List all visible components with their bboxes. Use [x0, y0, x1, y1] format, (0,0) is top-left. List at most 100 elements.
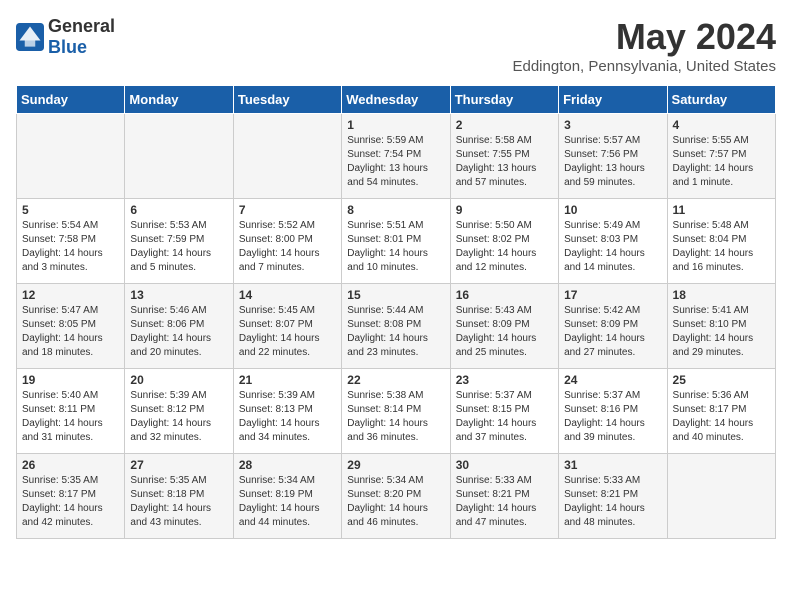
calendar-cell [17, 114, 125, 199]
day-number: 29 [347, 458, 444, 472]
day-number: 11 [673, 203, 770, 217]
day-number: 10 [564, 203, 661, 217]
day-info: Sunrise: 5:35 AM Sunset: 8:18 PM Dayligh… [130, 474, 227, 530]
day-info: Sunrise: 5:42 AM Sunset: 8:09 PM Dayligh… [564, 304, 661, 360]
calendar-cell: 31 Sunrise: 5:33 AM Sunset: 8:21 PM Dayli… [559, 454, 667, 539]
day-info: Sunrise: 5:46 AM Sunset: 8:06 PM Dayligh… [130, 304, 227, 360]
calendar-cell: 17 Sunrise: 5:42 AM Sunset: 8:09 PM Dayli… [559, 284, 667, 369]
day-info: Sunrise: 5:38 AM Sunset: 8:14 PM Dayligh… [347, 389, 444, 445]
day-info: Sunrise: 5:59 AM Sunset: 7:54 PM Dayligh… [347, 134, 444, 190]
day-number: 2 [456, 118, 553, 132]
day-info: Sunrise: 5:34 AM Sunset: 8:20 PM Dayligh… [347, 474, 444, 530]
calendar-cell: 11 Sunrise: 5:48 AM Sunset: 8:04 PM Dayli… [667, 199, 775, 284]
calendar-table: SundayMondayTuesdayWednesdayThursdayFrid… [16, 85, 776, 539]
day-number: 1 [347, 118, 444, 132]
day-number: 23 [456, 373, 553, 387]
header-cell-sunday: Sunday [17, 86, 125, 114]
week-row-0: 1 Sunrise: 5:59 AM Sunset: 7:54 PM Daylig… [17, 114, 776, 199]
calendar-cell [233, 114, 341, 199]
day-number: 17 [564, 288, 661, 302]
day-number: 12 [22, 288, 119, 302]
header-cell-tuesday: Tuesday [233, 86, 341, 114]
calendar-cell: 7 Sunrise: 5:52 AM Sunset: 8:00 PM Daylig… [233, 199, 341, 284]
calendar-cell: 24 Sunrise: 5:37 AM Sunset: 8:16 PM Dayli… [559, 369, 667, 454]
calendar-cell: 29 Sunrise: 5:34 AM Sunset: 8:20 PM Dayli… [342, 454, 450, 539]
day-number: 5 [22, 203, 119, 217]
calendar-cell: 3 Sunrise: 5:57 AM Sunset: 7:56 PM Daylig… [559, 114, 667, 199]
day-number: 8 [347, 203, 444, 217]
day-number: 26 [22, 458, 119, 472]
day-info: Sunrise: 5:58 AM Sunset: 7:55 PM Dayligh… [456, 134, 553, 190]
logo-blue-text: Blue [48, 37, 87, 57]
day-number: 31 [564, 458, 661, 472]
calendar-cell: 15 Sunrise: 5:44 AM Sunset: 8:08 PM Dayli… [342, 284, 450, 369]
title-area: May 2024 Eddington, Pennsylvania, United… [512, 16, 776, 75]
calendar-cell: 6Sunrise: 5:53 AM Sunset: 7:59 PM Daylig… [125, 199, 233, 284]
calendar-header: SundayMondayTuesdayWednesdayThursdayFrid… [17, 86, 776, 114]
logo: General Blue [16, 16, 115, 58]
day-info: Sunrise: 5:57 AM Sunset: 7:56 PM Dayligh… [564, 134, 661, 190]
day-number: 22 [347, 373, 444, 387]
day-number: 18 [673, 288, 770, 302]
calendar-cell: 18Sunrise: 5:41 AM Sunset: 8:10 PM Dayli… [667, 284, 775, 369]
day-number: 25 [673, 373, 770, 387]
day-number: 21 [239, 373, 336, 387]
calendar-cell: 21 Sunrise: 5:39 AM Sunset: 8:13 PM Dayli… [233, 369, 341, 454]
day-number: 7 [239, 203, 336, 217]
day-number: 4 [673, 118, 770, 132]
logo-general-text: General [48, 16, 115, 36]
day-info: Sunrise: 5:47 AM Sunset: 8:05 PM Dayligh… [22, 304, 119, 360]
day-info: Sunrise: 5:48 AM Sunset: 8:04 PM Dayligh… [673, 219, 770, 275]
header: General Blue May 2024 Eddington, Pennsyl… [16, 16, 776, 75]
day-number: 28 [239, 458, 336, 472]
day-number: 9 [456, 203, 553, 217]
day-info: Sunrise: 5:50 AM Sunset: 8:02 PM Dayligh… [456, 219, 553, 275]
day-info: Sunrise: 5:52 AM Sunset: 8:00 PM Dayligh… [239, 219, 336, 275]
day-number: 3 [564, 118, 661, 132]
day-info: Sunrise: 5:44 AM Sunset: 8:08 PM Dayligh… [347, 304, 444, 360]
calendar-cell: 28 Sunrise: 5:34 AM Sunset: 8:19 PM Dayli… [233, 454, 341, 539]
calendar-cell: 1 Sunrise: 5:59 AM Sunset: 7:54 PM Daylig… [342, 114, 450, 199]
calendar-title: May 2024 [512, 16, 776, 58]
week-row-2: 12 Sunrise: 5:47 AM Sunset: 8:05 PM Dayli… [17, 284, 776, 369]
day-number: 24 [564, 373, 661, 387]
day-info: Sunrise: 5:36 AM Sunset: 8:17 PM Dayligh… [673, 389, 770, 445]
day-info: Sunrise: 5:45 AM Sunset: 8:07 PM Dayligh… [239, 304, 336, 360]
calendar-body: 1 Sunrise: 5:59 AM Sunset: 7:54 PM Daylig… [17, 114, 776, 539]
calendar-cell: 8 Sunrise: 5:51 AM Sunset: 8:01 PM Daylig… [342, 199, 450, 284]
day-number: 6 [130, 203, 227, 217]
day-info: Sunrise: 5:37 AM Sunset: 8:16 PM Dayligh… [564, 389, 661, 445]
day-info: Sunrise: 5:55 AM Sunset: 7:57 PM Dayligh… [673, 134, 770, 190]
header-cell-monday: Monday [125, 86, 233, 114]
header-cell-saturday: Saturday [667, 86, 775, 114]
calendar-cell: 16Sunrise: 5:43 AM Sunset: 8:09 PM Dayli… [450, 284, 558, 369]
day-info: Sunrise: 5:37 AM Sunset: 8:15 PM Dayligh… [456, 389, 553, 445]
calendar-cell: 13Sunrise: 5:46 AM Sunset: 8:06 PM Dayli… [125, 284, 233, 369]
day-number: 19 [22, 373, 119, 387]
calendar-cell: 25 Sunrise: 5:36 AM Sunset: 8:17 PM Dayli… [667, 369, 775, 454]
header-cell-thursday: Thursday [450, 86, 558, 114]
header-row: SundayMondayTuesdayWednesdayThursdayFrid… [17, 86, 776, 114]
calendar-cell: 12 Sunrise: 5:47 AM Sunset: 8:05 PM Dayli… [17, 284, 125, 369]
day-number: 27 [130, 458, 227, 472]
day-info: Sunrise: 5:33 AM Sunset: 8:21 PM Dayligh… [564, 474, 661, 530]
calendar-cell: 23 Sunrise: 5:37 AM Sunset: 8:15 PM Dayli… [450, 369, 558, 454]
calendar-cell: 22 Sunrise: 5:38 AM Sunset: 8:14 PM Dayli… [342, 369, 450, 454]
calendar-cell: 9 Sunrise: 5:50 AM Sunset: 8:02 PM Daylig… [450, 199, 558, 284]
day-number: 16 [456, 288, 553, 302]
calendar-cell: 2 Sunrise: 5:58 AM Sunset: 7:55 PM Daylig… [450, 114, 558, 199]
logo-icon [16, 23, 44, 51]
day-number: 15 [347, 288, 444, 302]
week-row-3: 19 Sunrise: 5:40 AM Sunset: 8:11 PM Dayli… [17, 369, 776, 454]
day-info: Sunrise: 5:51 AM Sunset: 8:01 PM Dayligh… [347, 219, 444, 275]
calendar-cell [667, 454, 775, 539]
day-info: Sunrise: 5:54 AM Sunset: 7:58 PM Dayligh… [22, 219, 119, 275]
day-info: Sunrise: 5:33 AM Sunset: 8:21 PM Dayligh… [456, 474, 553, 530]
day-info: Sunrise: 5:40 AM Sunset: 8:11 PM Dayligh… [22, 389, 119, 445]
day-info: Sunrise: 5:34 AM Sunset: 8:19 PM Dayligh… [239, 474, 336, 530]
calendar-cell: 4 Sunrise: 5:55 AM Sunset: 7:57 PM Daylig… [667, 114, 775, 199]
calendar-cell: 10Sunrise: 5:49 AM Sunset: 8:03 PM Dayli… [559, 199, 667, 284]
calendar-subtitle: Eddington, Pennsylvania, United States [512, 58, 776, 75]
calendar-cell [125, 114, 233, 199]
day-info: Sunrise: 5:39 AM Sunset: 8:13 PM Dayligh… [239, 389, 336, 445]
